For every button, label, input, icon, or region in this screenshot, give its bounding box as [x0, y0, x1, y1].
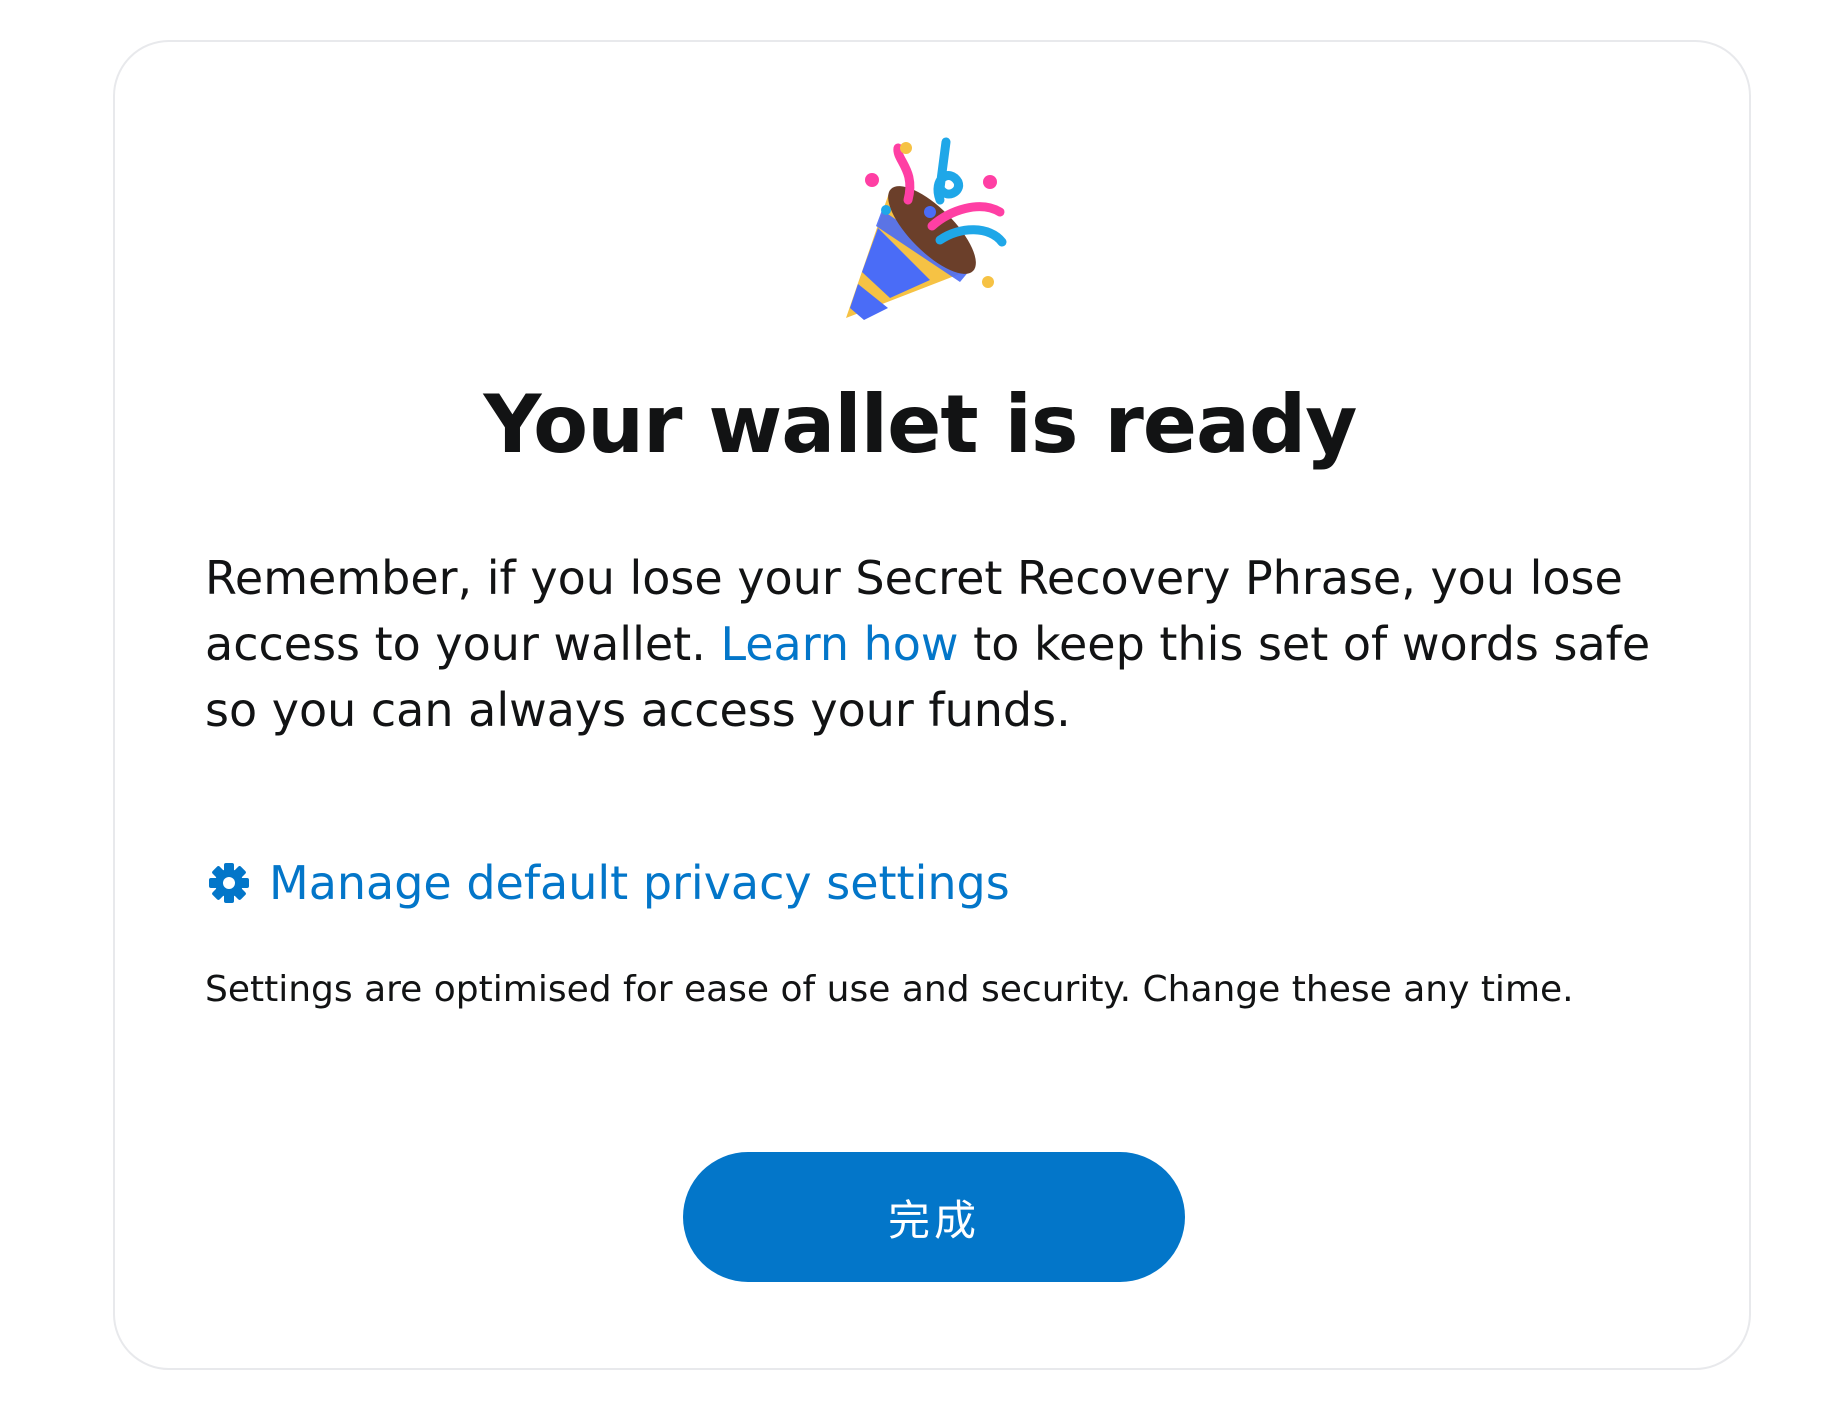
page-title: Your wallet is ready: [483, 378, 1358, 471]
party-popper-icon: [846, 137, 1007, 320]
gear-icon: [209, 863, 249, 903]
privacy-caption: Settings are optimised for ease of use a…: [205, 969, 1574, 1010]
done-button[interactable]: 完成: [683, 1152, 1185, 1282]
recovery-phrase-warning: Remember, if you lose your Secret Recove…: [205, 545, 1665, 743]
manage-privacy-settings-link[interactable]: Manage default privacy settings: [205, 850, 1010, 916]
learn-how-link[interactable]: Learn how: [720, 617, 958, 671]
privacy-link-label: Manage default privacy settings: [269, 856, 1010, 910]
